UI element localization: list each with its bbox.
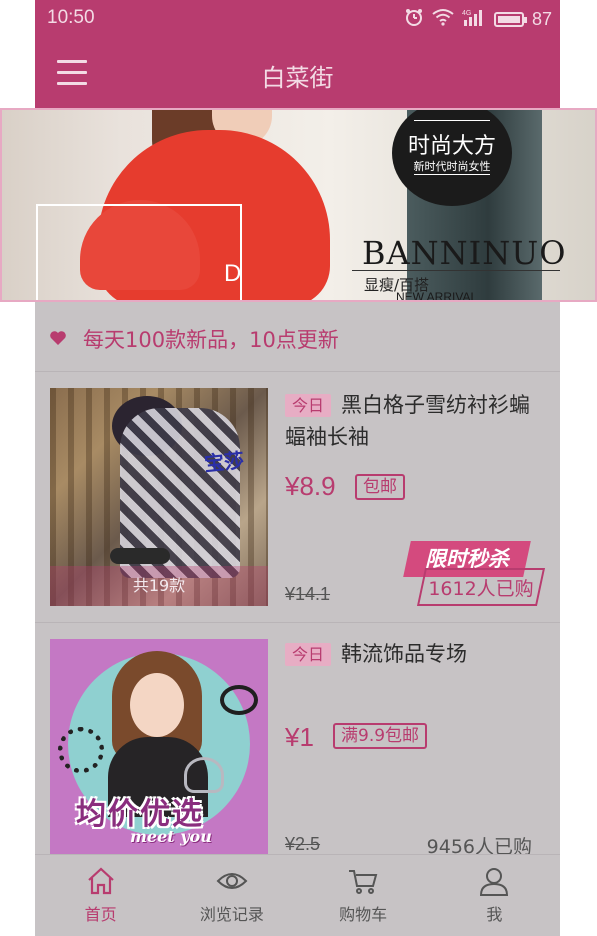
tab-label: 购物车 xyxy=(339,905,388,924)
status-time: 10:50 xyxy=(47,7,95,28)
product-image-brandmark: 宝莎 xyxy=(203,447,246,477)
variant-count: 共19款 xyxy=(50,566,268,606)
product-image[interactable]: 均价优选 meet you xyxy=(50,639,268,857)
banner-brand: BANNINUO xyxy=(362,234,567,272)
tab-home[interactable]: 首页 xyxy=(35,855,166,936)
sold-count: 1612人已购 xyxy=(428,578,534,600)
product-price: ¥1 xyxy=(285,722,314,752)
notice-text: 每天100款新品，10点更新 xyxy=(83,328,339,352)
product-title[interactable]: 黑白格子雪纺衬衫蝙蝠袖长袖 xyxy=(285,389,540,453)
network-type-label: 4G xyxy=(462,10,471,17)
battery-icon xyxy=(493,12,527,27)
banner-brand-tagline: NEW ARRIVAL xyxy=(396,290,478,302)
tab-me[interactable]: 我 xyxy=(429,855,560,936)
eye-icon xyxy=(216,873,248,889)
original-price: ¥2.5 xyxy=(285,834,321,854)
alarm-icon xyxy=(404,7,424,32)
status-icons: 4G 87 xyxy=(404,7,552,32)
heart-icon xyxy=(50,331,66,345)
tab-label: 浏览记录 xyxy=(199,905,264,924)
cart-icon xyxy=(349,870,378,894)
shipping-tag: 包邮 xyxy=(355,474,405,500)
banner-badge-title: 时尚大方 xyxy=(407,134,496,159)
wifi-icon xyxy=(432,8,454,31)
home-icon xyxy=(87,867,114,895)
shipping-tag: 满9.9包邮 xyxy=(333,723,428,749)
tab-label: 首页 xyxy=(84,905,117,924)
product-price: ¥8.9 xyxy=(285,471,336,501)
product-image[interactable]: 宝莎 共19款 xyxy=(50,388,268,606)
status-bar: 10:50 4G 87 xyxy=(35,0,560,40)
notice-bar: 每天100款新品，10点更新 xyxy=(35,302,560,372)
bottom-tab-bar: 首页 浏览记录 购物车 我 xyxy=(35,854,560,936)
product-card[interactable]: 均价优选 meet you 今日 韩流饰品专场 ¥1 满9.9包邮 ¥2.5 9… xyxy=(35,624,560,858)
banner-inset-text: D xyxy=(224,260,242,287)
tab-cart[interactable]: 购物车 xyxy=(298,855,429,936)
banner-inset-frame xyxy=(36,204,242,300)
product-card[interactable]: 宝莎 共19款 今日 黑白格子雪纺衬衫蝙蝠袖长袖 ¥8.9 包邮 ¥14.1 限… xyxy=(35,373,560,623)
banner-badge-subtitle: 新时代时尚女性 xyxy=(413,160,491,173)
tab-label: 我 xyxy=(486,905,503,924)
original-price: ¥14.1 xyxy=(285,584,331,604)
product-title[interactable]: 韩流饰品专场 xyxy=(285,638,540,670)
product-image-slogan-sub: meet you xyxy=(130,827,212,846)
battery-level: 87 xyxy=(531,9,552,29)
tab-history[interactable]: 浏览记录 xyxy=(166,855,297,936)
page-title: 白菜街 xyxy=(261,64,334,92)
app-header: 白菜街 xyxy=(35,40,560,108)
signal-icon: 4G xyxy=(462,8,486,31)
promo-banner[interactable]: D 时尚大方 新时代时尚女性 BANNINUO 显瘦/百搭 NEW ARRIVA… xyxy=(0,108,597,302)
user-icon xyxy=(480,868,509,896)
